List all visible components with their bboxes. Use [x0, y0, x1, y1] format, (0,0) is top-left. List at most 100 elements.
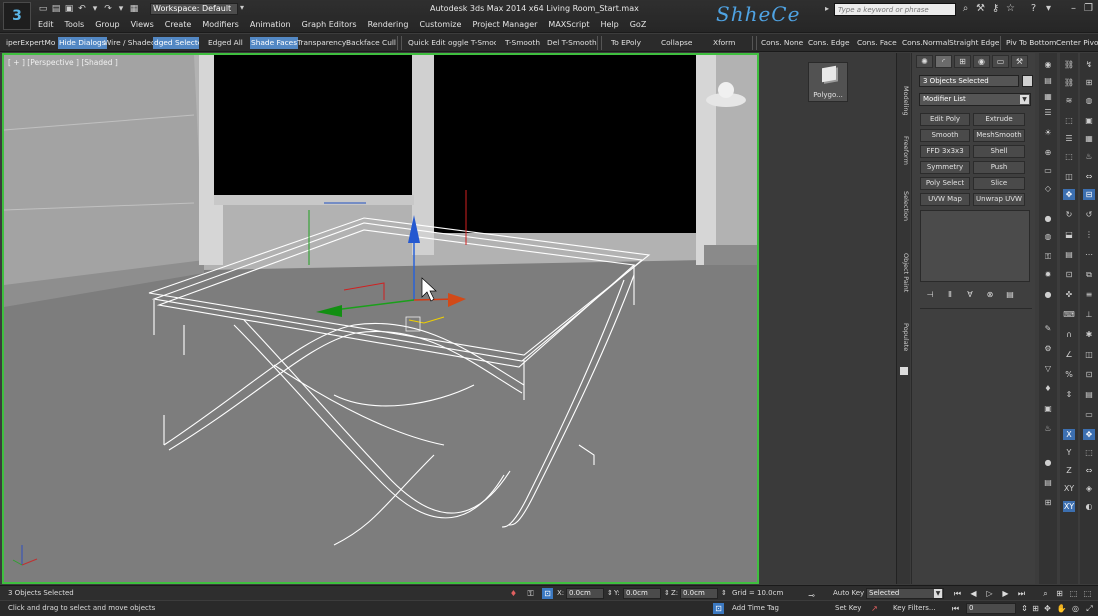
- named-selection-icon[interactable]: ⬚: [1083, 447, 1095, 458]
- zoom-extents-icon[interactable]: ⬚: [1068, 588, 1079, 599]
- unwrap-uvw-button[interactable]: Unwrap UVW: [973, 193, 1025, 206]
- modify-tab-icon[interactable]: ◜: [935, 55, 952, 68]
- mirror-x-icon[interactable]: ⇔: [1083, 465, 1095, 476]
- y-coordinate-field[interactable]: 0.0cm: [623, 588, 661, 599]
- tools-icon[interactable]: ⚒: [975, 3, 986, 14]
- time-config-icon[interactable]: ⇕: [1019, 603, 1030, 614]
- hide-dialogs-button[interactable]: Hide Dialogs: [58, 37, 107, 49]
- ffd-button[interactable]: FFD 3x3x3: [920, 145, 970, 158]
- edged-selected-button[interactable]: dged Selecte: [153, 37, 199, 49]
- meshsmooth-button[interactable]: MeshSmooth: [973, 129, 1025, 142]
- curve-editor-icon[interactable]: ↯: [1083, 59, 1095, 70]
- open-file-icon[interactable]: ▤: [51, 4, 61, 14]
- helper-icon[interactable]: ◇: [1042, 183, 1054, 194]
- absolute-mode-icon[interactable]: ⊡: [542, 588, 553, 599]
- new-file-icon[interactable]: ▭: [38, 4, 48, 14]
- pivot-center-icon[interactable]: ⊡: [1063, 269, 1075, 280]
- shade-faces-button[interactable]: Shade Faces: [250, 37, 299, 49]
- bind-space-warp-icon[interactable]: ≋: [1063, 95, 1075, 106]
- backface-cull-button[interactable]: Backface Cull: [346, 37, 396, 49]
- x-coordinate-field[interactable]: 0.0cm: [566, 588, 604, 599]
- tab-selection[interactable]: Selection: [898, 181, 910, 231]
- y-axis-constraint-icon[interactable]: Y: [1063, 447, 1075, 458]
- tab-modeling[interactable]: Modeling: [898, 73, 910, 128]
- y-spinner-icon[interactable]: ⇕: [664, 587, 670, 600]
- bulb-icon[interactable]: ♦: [1042, 383, 1054, 394]
- maximize-viewport-icon[interactable]: ⤢: [1084, 603, 1095, 614]
- z-coordinate-field[interactable]: 0.0cm: [680, 588, 718, 599]
- play-icon[interactable]: ▷: [984, 588, 995, 599]
- stack-icon[interactable]: ▤: [1042, 477, 1054, 488]
- menu-views[interactable]: Views: [127, 19, 161, 31]
- sun-icon[interactable]: ✹: [1042, 269, 1054, 280]
- go-to-start-icon[interactable]: ⏮: [952, 588, 963, 599]
- mirror-icon[interactable]: ⇔: [1083, 171, 1095, 182]
- superexpert-button[interactable]: iperExpertMo: [6, 37, 56, 49]
- arc-rotate-icon[interactable]: ↺: [1083, 209, 1095, 220]
- add-time-tag-button[interactable]: Add Time Tag: [732, 602, 779, 615]
- redo-icon[interactable]: ↷: [103, 4, 113, 14]
- quick-edit-button[interactable]: Quick Edit: [408, 37, 446, 49]
- smooth-button[interactable]: Smooth: [920, 129, 970, 142]
- pan-icon[interactable]: ✥: [1042, 603, 1053, 614]
- configure-modifier-sets-icon[interactable]: ▤: [1002, 289, 1018, 301]
- align-camera-icon[interactable]: ◫: [1083, 349, 1095, 360]
- lock-icon[interactable]: ⚿: [1042, 251, 1054, 262]
- x-axis-constraint-icon[interactable]: X: [1063, 429, 1075, 440]
- next-frame-icon[interactable]: ▶: [1000, 588, 1011, 599]
- light-bulb-icon[interactable]: ●: [1042, 213, 1054, 224]
- menu-help[interactable]: Help: [596, 19, 625, 31]
- cons-normal-button[interactable]: Cons.Normal: [902, 37, 949, 49]
- edit-poly-button[interactable]: Edit Poly: [920, 113, 970, 126]
- selection-lock-icon[interactable]: ⚿: [525, 588, 536, 599]
- tsmooth-button[interactable]: T-Smooth: [505, 37, 540, 49]
- shell-button[interactable]: Shell: [973, 145, 1025, 158]
- menu-maxscript[interactable]: MAXScript: [544, 19, 596, 31]
- render-icon[interactable]: ▣: [1042, 403, 1054, 414]
- tab-populate[interactable]: Populate: [898, 315, 910, 360]
- center-pivot-button[interactable]: Center Pivot: [1056, 37, 1098, 49]
- edged-all-button[interactable]: Edged All: [208, 37, 243, 49]
- hide-icon[interactable]: ◐: [1083, 501, 1095, 512]
- display-tab-icon[interactable]: ▭: [992, 55, 1009, 68]
- teapot-icon[interactable]: ♨: [1042, 423, 1054, 434]
- zoom-extents-all-icon[interactable]: ⬚: [1082, 588, 1093, 599]
- make-unique-icon[interactable]: ∀: [962, 289, 978, 301]
- toggle-tsmooth-button[interactable]: oggle T-Smoo: [448, 37, 496, 49]
- key-mode-icon[interactable]: ⊸: [806, 590, 817, 601]
- reference-coord-icon[interactable]: ▤: [1063, 249, 1075, 260]
- material-icon[interactable]: ◍: [1042, 231, 1054, 242]
- workspace-dropdown[interactable]: Workspace: Default: [150, 3, 238, 15]
- xy-plane-constraint-icon[interactable]: XY: [1063, 483, 1075, 494]
- viewport-label[interactable]: [ + ] [Perspective ] [Shaded ]: [8, 58, 118, 67]
- snap-icon[interactable]: ✥: [1083, 429, 1095, 440]
- toggle-ribbon-icon[interactable]: ▭: [1083, 409, 1095, 420]
- xform-button[interactable]: Xform: [713, 37, 735, 49]
- cons-face-button[interactable]: Cons. Face: [857, 37, 897, 49]
- object-color-swatch[interactable]: [1022, 75, 1033, 87]
- previous-frame-icon[interactable]: ◀: [968, 588, 979, 599]
- push-button[interactable]: Push: [973, 161, 1025, 174]
- poly-select-button[interactable]: Poly Select: [920, 177, 970, 190]
- restore-icon[interactable]: ❐: [1083, 3, 1094, 14]
- app-logo-icon[interactable]: 3: [3, 2, 31, 30]
- render-setup-icon[interactable]: ▣: [1083, 115, 1095, 126]
- xy-plane-active-icon[interactable]: XY: [1063, 501, 1075, 512]
- menu-graph-editors[interactable]: Graph Editors: [298, 19, 364, 31]
- spacing-tool-icon[interactable]: ⋯: [1083, 249, 1095, 260]
- save-icon[interactable]: ▣: [64, 4, 74, 14]
- menu-modifiers[interactable]: Modifiers: [198, 19, 246, 31]
- z-spinner-icon[interactable]: ⇕: [721, 587, 727, 600]
- search-expand-icon[interactable]: ▸: [825, 4, 829, 13]
- uvw-map-button[interactable]: UVW Map: [920, 193, 970, 206]
- extrude-button[interactable]: Extrude: [973, 113, 1025, 126]
- cons-edge-button[interactable]: Cons. Edge: [808, 37, 850, 49]
- layer-icon[interactable]: ▤: [1042, 75, 1054, 86]
- help-icon[interactable]: ?: [1028, 3, 1039, 14]
- snaps-toggle-icon[interactable]: ∩: [1063, 329, 1075, 340]
- selection-set-dropdown[interactable]: Selected ▼: [866, 588, 944, 599]
- show-end-result-icon[interactable]: Ⅱ: [942, 289, 958, 301]
- render-production-icon[interactable]: ♨: [1083, 151, 1095, 162]
- schematic-view-icon[interactable]: ⊞: [1083, 77, 1095, 88]
- clone-align-icon[interactable]: ⧉: [1083, 269, 1095, 280]
